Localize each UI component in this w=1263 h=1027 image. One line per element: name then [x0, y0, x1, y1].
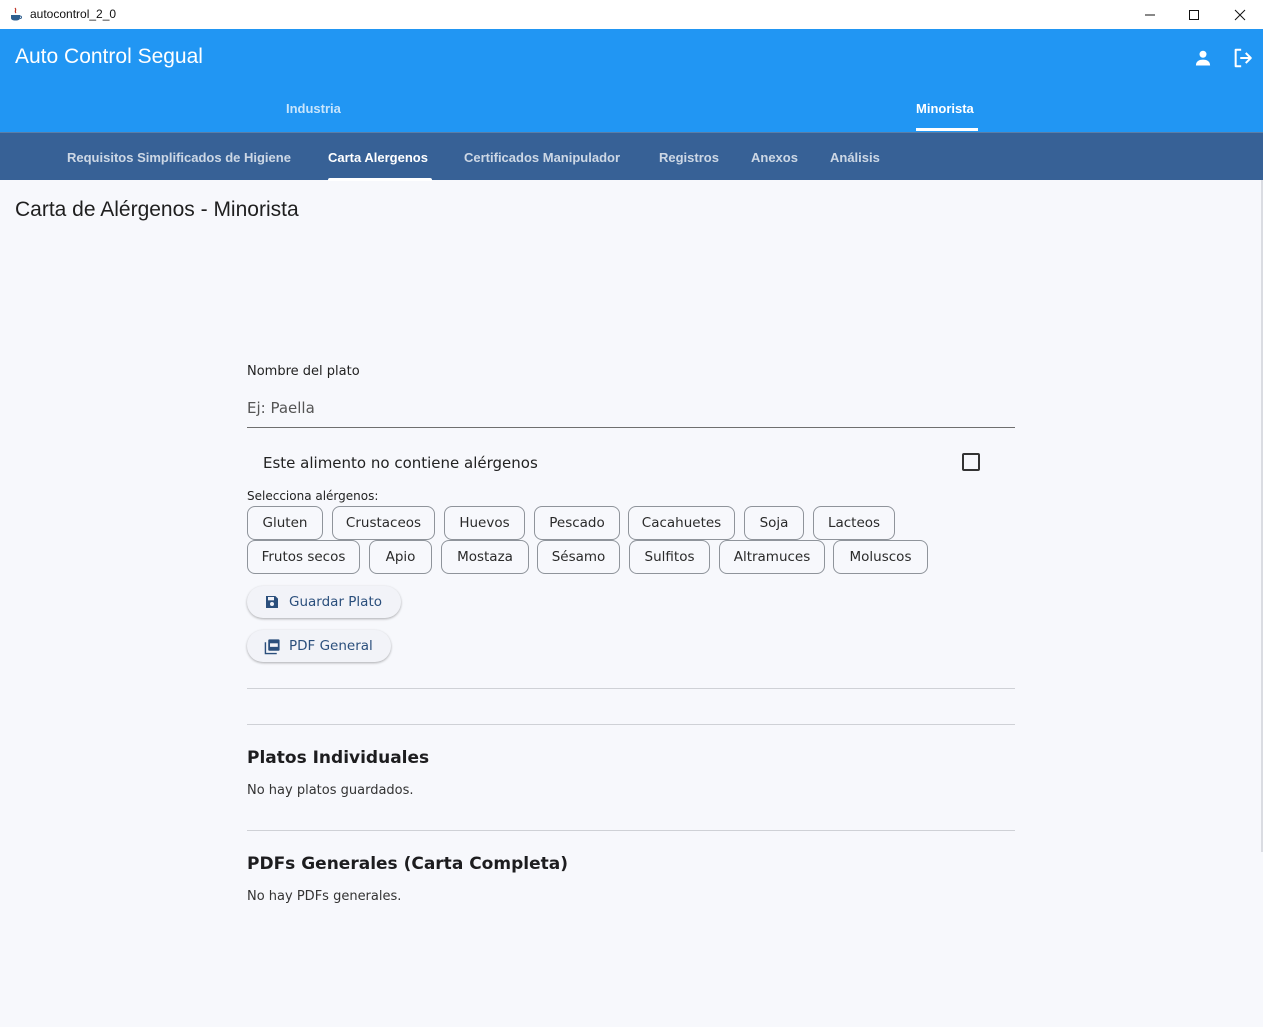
no-allergens-checkbox[interactable]	[962, 453, 980, 471]
maximize-icon	[1189, 9, 1199, 20]
close-window-button[interactable]	[1217, 0, 1263, 29]
active-subtab-indicator	[328, 178, 432, 181]
chip-moluscos[interactable]: Moluscos	[833, 540, 928, 574]
tab-industria[interactable]: Industria	[286, 101, 341, 116]
divider	[247, 830, 1015, 831]
app-title: Auto Control Segual	[15, 45, 203, 68]
chip-soja[interactable]: Soja	[744, 506, 804, 540]
pdf-general-button[interactable]: PDF General	[247, 630, 391, 662]
divider	[247, 724, 1015, 725]
chip-frutos-secos[interactable]: Frutos secos	[247, 540, 360, 574]
tab-minorista[interactable]: Minorista	[916, 101, 974, 116]
chip-cacahuetes[interactable]: Cacahuetes	[628, 506, 735, 540]
tab-analisis[interactable]: Análisis	[830, 150, 880, 165]
no-allergens-row[interactable]: Este alimento no contiene alérgenos	[247, 442, 1015, 482]
chip-pescado[interactable]: Pescado	[534, 506, 620, 540]
chip-sesamo[interactable]: Sésamo	[537, 540, 620, 574]
tab-requisitos-higiene[interactable]: Requisitos Simplificados de Higiene	[67, 150, 291, 165]
window-titlebar: autocontrol_2_0	[0, 0, 1263, 29]
tab-carta-alergenos[interactable]: Carta Alergenos	[328, 150, 428, 165]
tab-certificados-manipulador[interactable]: Certificados Manipulador	[464, 150, 620, 165]
save-dish-button[interactable]: Guardar Plato	[247, 586, 401, 618]
pdf-general-label: PDF General	[289, 638, 373, 654]
chip-huevos[interactable]: Huevos	[444, 506, 525, 540]
dish-name-label: Nombre del plato	[247, 364, 360, 379]
chip-gluten[interactable]: Gluten	[247, 506, 323, 540]
tab-anexos[interactable]: Anexos	[751, 150, 798, 165]
chip-altramuces[interactable]: Altramuces	[719, 540, 825, 574]
individual-dishes-title: Platos Individuales	[247, 748, 430, 768]
chip-lacteos[interactable]: Lacteos	[813, 506, 895, 540]
maximize-button[interactable]	[1171, 0, 1217, 29]
minimize-icon	[1145, 14, 1155, 15]
logout-button[interactable]	[1230, 45, 1256, 71]
person-icon	[1195, 50, 1211, 66]
page-title: Carta de Alérgenos - Minorista	[15, 198, 299, 221]
logout-icon	[1234, 48, 1252, 68]
chip-mostaza[interactable]: Mostaza	[441, 540, 529, 574]
section-tabs: Requisitos Simplificados de Higiene Cart…	[0, 132, 1263, 181]
save-dish-label: Guardar Plato	[289, 594, 383, 610]
no-allergens-label: Este alimento no contiene alérgenos	[263, 454, 538, 472]
java-cup-icon	[11, 7, 22, 21]
window-title: autocontrol_2_0	[30, 7, 117, 21]
divider	[247, 688, 1015, 689]
dish-name-input[interactable]	[247, 388, 1015, 428]
tab-registros[interactable]: Registros	[659, 150, 719, 165]
save-icon	[263, 593, 281, 611]
pdf-icon	[263, 637, 281, 655]
profile-button[interactable]	[1190, 45, 1216, 71]
general-pdfs-empty: No hay PDFs generales.	[247, 889, 402, 904]
active-tab-indicator	[916, 128, 978, 131]
select-allergens-label: Selecciona alérgenos:	[247, 489, 379, 503]
chip-crustaceos[interactable]: Crustaceos	[332, 506, 435, 540]
chip-sulfitos[interactable]: Sulfitos	[629, 540, 710, 574]
chip-apio[interactable]: Apio	[369, 540, 432, 574]
general-pdfs-title: PDFs Generales (Carta Completa)	[247, 854, 568, 874]
close-icon	[1234, 9, 1246, 20]
app-bar: Auto Control Segual Industria Minorista	[0, 29, 1263, 132]
individual-dishes-empty: No hay platos guardados.	[247, 783, 414, 798]
minimize-button[interactable]	[1127, 0, 1173, 29]
